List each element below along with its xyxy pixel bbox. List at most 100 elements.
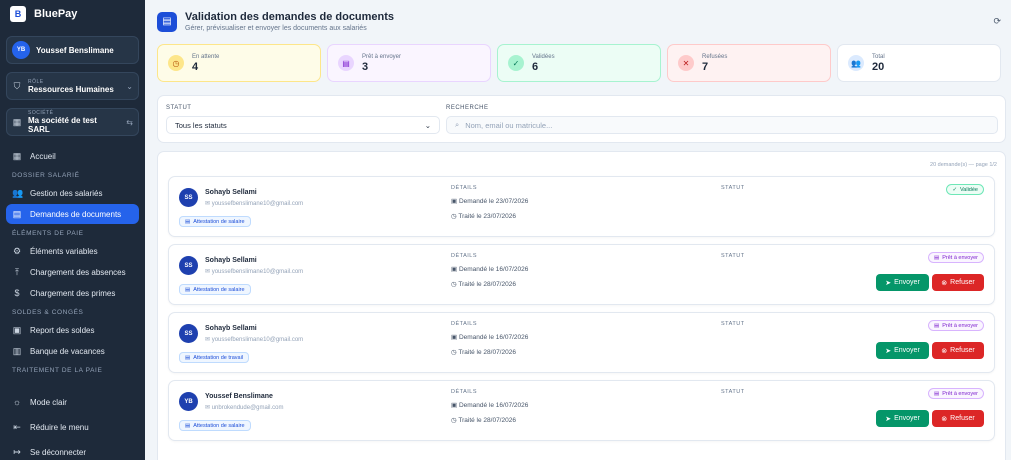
document-icon: ▤ (185, 286, 191, 293)
sun-icon: ☼ (12, 397, 22, 407)
role-select[interactable]: ⛉ RÔLE Ressources Humaines ⌄ (6, 72, 139, 100)
company-value: Ma société de test SARL (28, 116, 97, 134)
processed-date: ◷ Traité le 28/07/2026 (451, 416, 516, 424)
document-icon: ▤ (185, 354, 191, 361)
requested-date: ▣ Demandé le 23/07/2026 (451, 197, 528, 205)
stat-value: 6 (532, 60, 539, 73)
sidebar-item-home[interactable]: ▦ Accueil (6, 146, 139, 166)
sidebar-item-requests[interactable]: ▤ Demandes de documents (6, 204, 139, 224)
status-label: STATUT (721, 321, 745, 327)
send-icon: ➤ (885, 415, 892, 423)
avatar: YB (12, 41, 30, 59)
stats-bar: ◷ En attente 4 ▤ Prêt à envoyer 3 ✓ Validées 6 ✕ R… (157, 44, 1001, 82)
swap-icon: ⇆ (126, 117, 133, 127)
sidebar-bottom: ☼ Mode clair ⇤ Réduire le menu ↦ Se déconne… (6, 392, 139, 460)
page-title: Validation des demandes de documents (185, 11, 395, 23)
send-button[interactable]: ➤ Envoyer (876, 410, 929, 427)
sidebar-item-variables[interactable]: ⚙ Éléments variables (6, 241, 139, 261)
sidebar-item-primes[interactable]: $ Chargement des primes (6, 283, 139, 303)
brand-name: BluePay (34, 8, 78, 20)
doc-type: Attestation de salaire (193, 218, 245, 225)
sidebar-item-report[interactable]: ▣ Report des soldes (6, 320, 139, 340)
document-icon: ▤ (12, 208, 22, 219)
logout-button[interactable]: ↦ Se déconnecter (6, 442, 139, 460)
employee-name: Sohayb Sellami (205, 257, 257, 264)
details-label: DÉTAILS (451, 321, 478, 327)
refuse-button[interactable]: ⊗ Refuser (932, 410, 984, 427)
sidebar-item-absences[interactable]: ⤒ Chargement des absences (6, 262, 139, 282)
status-text: Prêt à envoyer (942, 322, 978, 329)
refresh-icon[interactable]: ⟳ (993, 16, 1001, 27)
send-button[interactable]: ➤ Envoyer (876, 274, 929, 291)
stat-card[interactable]: ✓ Validées 6 (497, 44, 661, 82)
send-button[interactable]: ➤ Envoyer (876, 342, 929, 359)
requested-text: Demandé le 23/07/2026 (458, 198, 529, 205)
refuse-button[interactable]: ⊗ Refuser (932, 342, 984, 359)
stat-card[interactable]: 👥 Total 20 (837, 44, 1001, 82)
stat-value: 7 (702, 60, 709, 73)
search-icon: ⌕ (455, 120, 460, 129)
sidebar-item-employees[interactable]: 👥 Gestion des salariés (6, 183, 139, 203)
page-subtitle: Gérer, prévisualiser et envoyer les docu… (185, 25, 367, 32)
status-badge: ▤ Prêt à envoyer (928, 320, 984, 331)
stat-card[interactable]: ◷ En attente 4 (157, 44, 321, 82)
status-badge: ▤ Prêt à envoyer (928, 388, 984, 399)
processed-date: ◷ Traité le 28/07/2026 (451, 280, 516, 288)
sidebar-item-bank[interactable]: ▥ Banque de vacances (6, 341, 139, 361)
status-select-value: Tous les statuts (175, 120, 227, 130)
company-select[interactable]: ▦ SOCIÉTÉ Ma société de test SARL ⇆ (6, 108, 139, 136)
send-icon: ➤ (885, 279, 892, 287)
calendar-icon: ▣ (12, 324, 22, 335)
stat-card[interactable]: ✕ Refusées 7 (667, 44, 831, 82)
dollar-icon: $ (14, 288, 20, 298)
brand[interactable]: B BluePay (0, 0, 145, 28)
user-card[interactable]: YB Youssef Benslimane (6, 36, 139, 64)
document-icon: ▤ (338, 55, 354, 71)
status-text: Prêt à envoyer (942, 390, 978, 397)
sidebar-item-label: Réduire le menu (30, 422, 89, 432)
status-label: STATUT (721, 185, 745, 191)
filters-panel: STATUT RECHERCHE Tous les statuts ⌄ ⌕ No… (157, 95, 1006, 143)
search-input[interactable]: ⌕ Nom, email ou matricule... (446, 116, 998, 134)
status-select[interactable]: Tous les statuts ⌄ (166, 116, 440, 134)
page-header: ▤ Validation des demandes de documents G… (157, 11, 394, 32)
details-label: DÉTAILS (451, 185, 478, 191)
processed-text: Traité le 28/07/2026 (458, 281, 516, 288)
sidebar-item-label: Demandes de documents (30, 209, 122, 219)
requested-text: Demandé le 16/07/2026 (458, 266, 529, 273)
request-row: SS Sohayb Sellami ✉ youssefbenslimane10@… (168, 312, 995, 373)
collapse-icon: ⇤ (13, 421, 21, 432)
briefcase-icon: ▥ (12, 345, 22, 356)
processed-date: ◷ Traité le 28/07/2026 (451, 348, 516, 356)
document-type-chip: ▤ Attestation de salaire (179, 284, 251, 295)
stat-value: 4 (192, 60, 199, 73)
processed-date: ◷ Traité le 23/07/2026 (451, 212, 516, 220)
employee-email: ✉ youssefbenslimane10@gmail.com (205, 200, 303, 207)
chevron-down-icon: ⌄ (126, 81, 133, 91)
x-circle-icon: ⊗ (941, 347, 948, 355)
sidebar-item-label: Chargement des primes (30, 288, 116, 298)
employee-email: ✉ youssefbenslimane10@gmail.com (205, 336, 303, 343)
collapse-menu-button[interactable]: ⇤ Réduire le menu (6, 417, 139, 437)
document-icon: ▤ (185, 218, 191, 225)
building-icon: ▦ (12, 117, 22, 127)
employee-email: ✉ unbrokendude@gmail.com (205, 404, 284, 411)
sidebar-item-label: Chargement des absences (30, 267, 126, 277)
request-row: SS Sohayb Sellami ✉ youssefbenslimane10@… (168, 244, 995, 305)
avatar: SS (179, 256, 198, 275)
chevron-down-icon: ⌄ (424, 120, 431, 130)
status-badge: ✓ Validée (946, 184, 984, 195)
send-label: Envoyer (894, 347, 920, 354)
stat-card[interactable]: ▤ Prêt à envoyer 3 (327, 44, 491, 82)
sidebar-item-label: Mode clair (30, 397, 67, 407)
email-text: youssefbenslimane10@gmail.com (211, 337, 304, 343)
result-count: 20 demande(s) — page 1/2 (930, 162, 997, 168)
doc-type: Attestation de salaire (193, 286, 245, 293)
x-circle-icon: ⊗ (941, 279, 948, 287)
light-mode-toggle[interactable]: ☼ Mode clair (6, 392, 139, 412)
document-icon: ▤ (157, 11, 177, 32)
refuse-button[interactable]: ⊗ Refuser (932, 274, 984, 291)
stat-label: Total (872, 53, 885, 60)
doc-type: Attestation de travail (193, 354, 244, 361)
calendar-icon: ▣ (451, 198, 459, 205)
